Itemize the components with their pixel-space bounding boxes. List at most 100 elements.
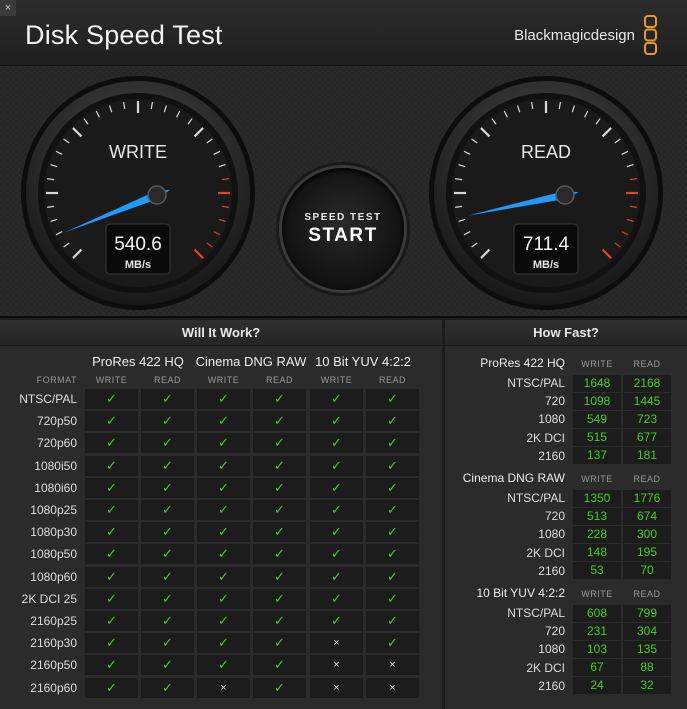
check-icon: ✓ [197,522,250,543]
format-label: 1080p60 [30,569,77,584]
table-row: 2160p50 ✓ ✓ ✓ ✓ × × [0,654,442,676]
check-icon: ✓ [366,477,419,498]
read-subheader: READ [633,359,661,369]
close-button[interactable]: × [0,0,16,16]
check-icon: ✓ [253,588,306,609]
write-speed-value: 228 [573,525,621,543]
check-icon: ✓ [141,455,194,476]
read-speed-value: 799 [623,604,671,622]
codec-header: Cinema DNG RAW [195,354,307,369]
write-subheader: WRITE [581,359,613,369]
brand-name: Blackmagicdesign [514,27,635,44]
gauge-hub [147,185,167,205]
speed-row-label: 720 [544,624,565,639]
check-icon: ✓ [253,566,306,587]
check-icon: ✓ [85,633,138,654]
speed-row-label: NTSC/PAL [507,491,565,505]
check-icon: ✓ [85,566,138,587]
check-icon: ✓ [85,411,138,432]
read-subheader: READ [265,375,293,385]
read-speed-value: 1776 [623,489,671,507]
read-speed-value: 32 [623,677,671,695]
gauge-value: 711.4 [523,234,570,255]
read-speed-value: 674 [623,507,671,525]
read-speed-value: 195 [623,544,671,562]
write-speed-value: 53 [573,562,621,580]
check-icon: ✓ [141,655,194,676]
speed-row-label: 1080 [538,642,565,657]
read-speed-value: 723 [623,410,671,428]
speed-row-label: 720 [544,394,565,409]
check-icon: ✓ [85,433,138,454]
read-subheader: READ [153,375,181,385]
start-button-wrap: SPEED TEST START [282,168,404,290]
check-icon: ✓ [85,677,138,698]
cross-icon: × [197,677,250,698]
write-speed-value: 549 [573,410,621,428]
check-icon: ✓ [310,500,363,520]
speed-row-label: 720 [544,509,565,524]
table-row: 2160p30 ✓ ✓ ✓ ✓ × ✓ [0,632,442,654]
format-label: 720p50 [36,414,77,429]
check-icon: ✓ [310,455,363,476]
check-icon: ✓ [197,544,250,565]
check-icon: ✓ [141,633,194,654]
speed-row-label: 1080 [538,412,565,427]
check-icon: ✓ [253,389,306,409]
check-icon: ✓ [310,433,363,454]
start-button-caption: SPEED TEST [304,211,382,223]
read-speed-value: 677 [623,429,671,447]
check-icon: ✓ [253,677,306,698]
check-icon: ✓ [310,477,363,498]
app-title: Disk Speed Test [25,20,223,50]
write-speed-value: 513 [573,507,621,525]
check-icon: ✓ [253,477,306,498]
write-speed-value: 148 [573,544,621,562]
title-bar: × Disk Speed Test Blackmagicdesign [0,0,687,66]
read-subheader: READ [633,589,661,599]
check-icon: ✓ [253,544,306,565]
read-subheader: READ [378,375,406,385]
table-row: 1080i50 ✓ ✓ ✓ ✓ ✓ ✓ [0,455,442,477]
write-speed-value: 1098 [573,392,621,410]
check-icon: ✓ [253,433,306,454]
write-speed-value: 1350 [573,489,621,507]
format-label: 2K DCI 25 [21,591,77,606]
write-subheader: WRITE [320,375,353,385]
write-gauge: WRITE 540.6 MB/s [21,76,255,310]
write-speed-value: 608 [573,604,621,622]
format-label: 720p60 [36,436,77,451]
write-speed-value: 231 [573,622,621,640]
start-button[interactable]: SPEED TEST START [282,168,404,290]
table-row: 1080i60 ✓ ✓ ✓ ✓ ✓ ✓ [0,477,442,499]
speed-row-label: 2160 [538,678,565,693]
table-row: 1080p50 ✓ ✓ ✓ ✓ ✓ ✓ [0,543,442,565]
check-icon: ✓ [197,389,250,409]
check-icon: ✓ [141,677,194,698]
check-icon: ✓ [253,455,306,476]
check-icon: ✓ [310,566,363,587]
check-icon: ✓ [141,433,194,454]
check-icon: ✓ [197,455,250,476]
speed-row-label: 2K DCI [526,660,565,675]
read-speed-value: 88 [623,659,671,677]
cross-icon: × [310,655,363,676]
speed-row-label: 2K DCI [526,430,565,445]
write-speed-value: 103 [573,640,621,658]
speed-row-label: 2160 [538,448,565,463]
check-icon: ✓ [197,477,250,498]
speed-row-label: 2160 [538,563,565,578]
check-icon: ✓ [366,433,419,454]
how-fast-panel: How Fast? ProRes 422 HQ WRITE READ NTSC/PAL… [445,320,687,709]
check-icon: ✓ [141,477,194,498]
check-icon: ✓ [141,611,194,631]
write-subheader: WRITE [581,589,613,599]
speed-row-label: 1080 [538,527,565,542]
speed-group-title: 10 Bit YUV 4:2:2 [476,586,566,600]
format-label: 2160p50 [30,658,77,673]
check-icon: ✓ [197,633,250,654]
start-button-label: START [308,224,378,246]
gauge-unit: MB/s [125,259,151,271]
check-icon: ✓ [366,455,419,476]
will-it-work-panel: Will It Work? ProRes 422 HQ Cinema DNG RA… [0,320,442,709]
